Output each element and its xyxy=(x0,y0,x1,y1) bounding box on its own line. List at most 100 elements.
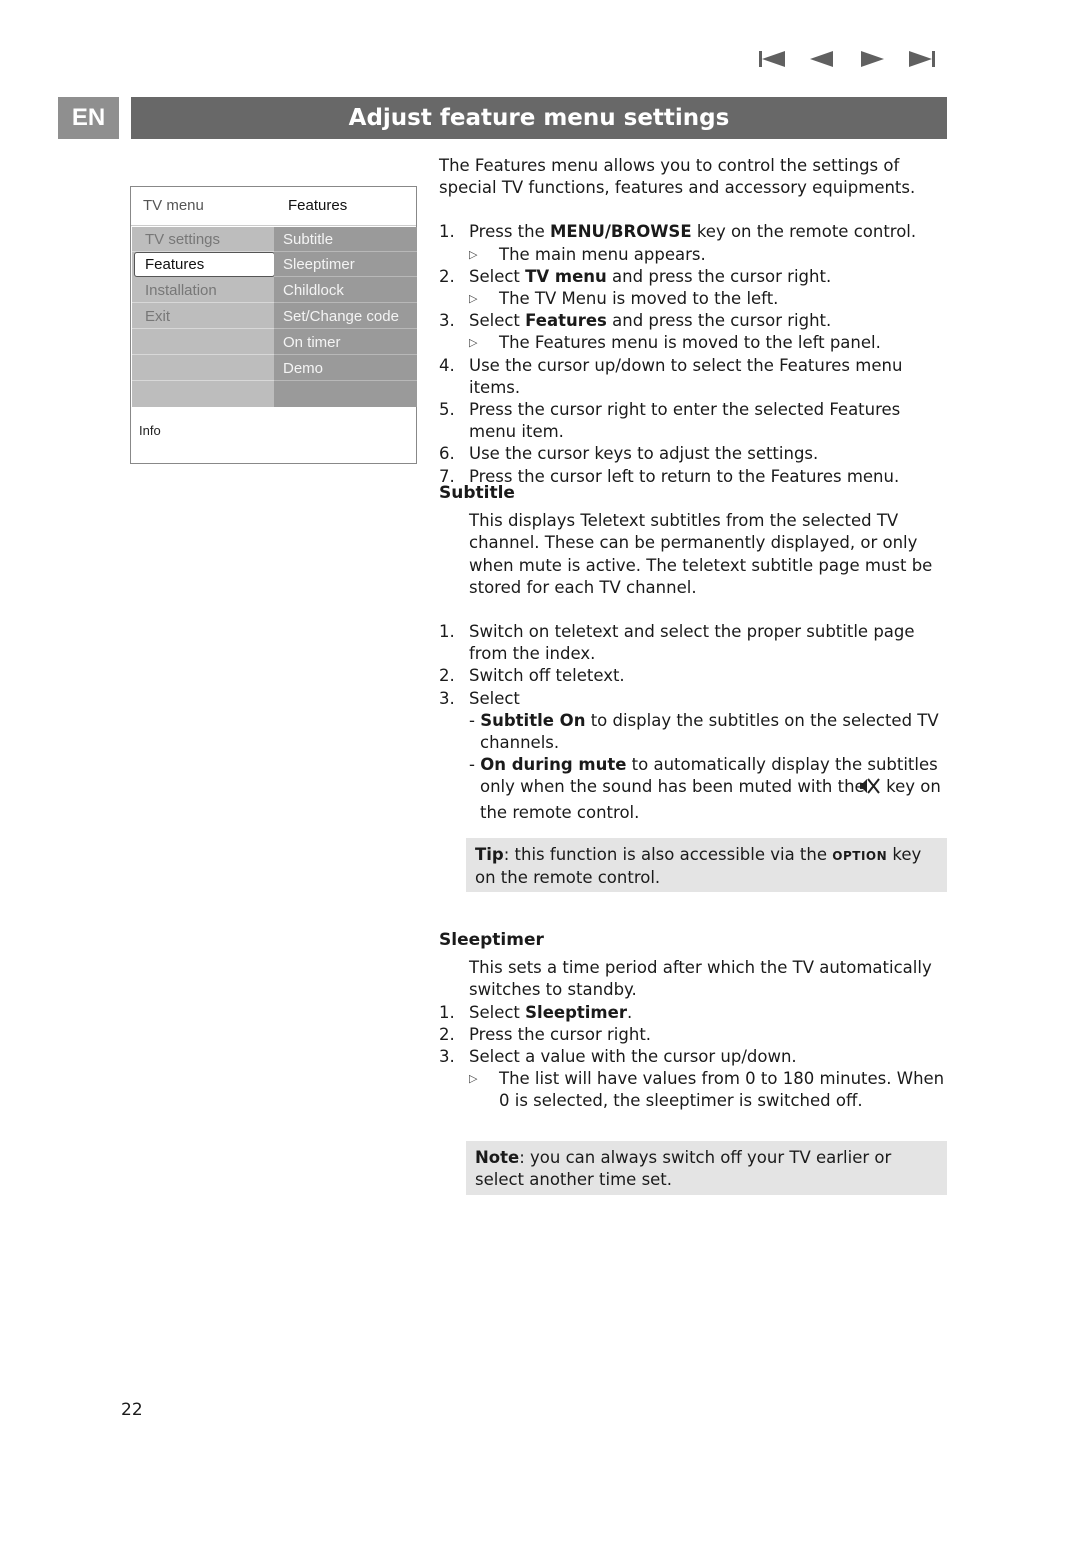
feature-item-set-change-code[interactable]: Set/Change code xyxy=(274,304,417,329)
step-number: 1. xyxy=(439,1002,455,1022)
result-arrow-icon: ▷ xyxy=(469,336,478,350)
step: 4. Use the cursor up/down to select the F… xyxy=(439,355,949,399)
tip-text: : this function is also accessible via t… xyxy=(503,845,833,864)
info-label: Info xyxy=(139,423,161,438)
step-text: Use the cursor up/down to select the Fea… xyxy=(469,355,903,397)
step-text: Select xyxy=(469,688,520,708)
step-text: Press the cursor right. xyxy=(469,1024,652,1044)
step-number: 2. xyxy=(439,1024,455,1044)
subtitle-description: This displays Teletext subtitles from th… xyxy=(469,511,933,597)
feature-item-empty xyxy=(274,382,417,407)
step-text: and press the cursor right. xyxy=(606,266,832,286)
step-number: 2. xyxy=(439,666,455,686)
step-number: 1. xyxy=(439,222,455,242)
option-on-during-mute: - On during mute to automatically displa… xyxy=(469,755,941,822)
menu-item-label: Features xyxy=(145,256,205,273)
tip-label: Tip xyxy=(475,845,504,864)
menu-item-label: TV settings xyxy=(145,231,221,248)
features-title: Features xyxy=(288,197,348,214)
step: 3. Select xyxy=(439,688,949,710)
sleeptimer-description: This sets a time period after which the … xyxy=(469,958,932,1000)
result-arrow-icon: ▷ xyxy=(469,247,478,261)
page-number: 22 xyxy=(121,1400,143,1420)
step-text: Select xyxy=(469,266,526,286)
menu-item-features[interactable]: Features xyxy=(134,252,275,277)
step-result: ▷ The TV Menu is moved to the left. xyxy=(439,288,949,310)
mute-icon xyxy=(859,777,881,801)
note-box: Note: you can always switch off your TV … xyxy=(466,1141,947,1195)
feature-item-label: Set/Change code xyxy=(283,308,399,325)
feature-item-label: On timer xyxy=(283,334,341,351)
step-text: Select xyxy=(469,311,526,331)
feature-item-demo[interactable]: Demo xyxy=(274,356,417,381)
skip-back-icon xyxy=(759,51,785,67)
intro-text: The Features menu allows you to control … xyxy=(439,156,916,198)
page-navigation xyxy=(758,48,936,70)
feature-item-subtitle[interactable]: Subtitle xyxy=(274,227,417,252)
step: 3. Select a value with the cursor up/down… xyxy=(439,1046,949,1068)
result-text: The TV Menu is moved to the left. xyxy=(499,289,779,309)
step-number: 5. xyxy=(439,400,455,420)
skip-forward-icon xyxy=(909,51,935,67)
feature-item-on-timer[interactable]: On timer xyxy=(274,330,417,355)
note-text: : you can always switch off your TV earl… xyxy=(475,1148,892,1190)
step-text: and press the cursor right. xyxy=(606,311,832,331)
step-text: Select xyxy=(469,1002,526,1022)
tv-menu-screen: TV menu Features TV settings Features In… xyxy=(130,186,417,464)
step-number: 3. xyxy=(439,311,455,331)
step-text: Select a value with the cursor up/down. xyxy=(469,1047,797,1067)
step: 3. Select Features and press the cursor r… xyxy=(439,310,949,332)
note-label: Note xyxy=(475,1148,520,1167)
tv-menu-title: TV menu xyxy=(143,197,204,214)
feature-item-childlock[interactable]: Childlock xyxy=(274,278,417,303)
step-text: Switch off teletext. xyxy=(469,666,625,686)
result-text: The list will have values from 0 to 180 … xyxy=(499,1069,945,1111)
feature-item-label: Sleeptimer xyxy=(283,256,355,273)
step-text: Use the cursor keys to adjust the settin… xyxy=(469,444,819,464)
tip-box: Tip: this function is also accessible vi… xyxy=(466,838,947,892)
step: 2. Select TV menu and press the cursor ri… xyxy=(439,266,949,288)
page-title: Adjust feature menu settings xyxy=(131,97,947,139)
menu-item-empty xyxy=(132,356,274,381)
subtitle-section: Subtitle This displays Teletext subtitle… xyxy=(439,482,949,824)
step-result: ▷ The list will have values from 0 to 180… xyxy=(439,1068,949,1112)
menu-item-label: Exit xyxy=(145,308,171,325)
step: 5. Press the cursor right to enter the se… xyxy=(439,399,949,443)
feature-item-label: Childlock xyxy=(283,282,344,299)
triangle-right-icon xyxy=(861,51,884,67)
option-name: Subtitle On xyxy=(480,710,586,730)
menu-item-exit[interactable]: Exit xyxy=(132,304,274,329)
sleeptimer-steps: 1. Select Sleeptimer. 2. Press the cursor … xyxy=(439,1002,949,1113)
next-page-button[interactable] xyxy=(858,48,886,70)
menu-item-empty xyxy=(132,382,274,407)
feature-item-sleeptimer[interactable]: Sleeptimer xyxy=(274,252,417,277)
subtitle-heading: Subtitle xyxy=(439,483,515,503)
step-text: key on the remote control. xyxy=(691,222,917,242)
step-number: 6. xyxy=(439,444,455,464)
first-page-button[interactable] xyxy=(758,48,786,70)
menu-item-tv-settings[interactable]: TV settings xyxy=(132,227,274,252)
feature-item-label: Demo xyxy=(283,360,324,377)
step: 1. Press the MENU/BROWSE key on the remot… xyxy=(439,221,949,243)
subtitle-steps: 1. Switch on teletext and select the prop… xyxy=(439,621,949,824)
last-page-button[interactable] xyxy=(908,48,936,70)
step-number: 3. xyxy=(439,1047,455,1067)
intro-section: The Features menu allows you to control … xyxy=(439,155,949,488)
step-number: 3. xyxy=(439,688,455,708)
feature-item-label: Subtitle xyxy=(283,231,334,248)
step-key: MENU/BROWSE xyxy=(550,222,692,242)
step-text: . xyxy=(626,1002,633,1022)
step: 1. Select Sleeptimer. xyxy=(439,1002,949,1024)
menu-item-installation[interactable]: Installation xyxy=(132,278,274,303)
result-text: The Features menu is moved to the left p… xyxy=(499,333,881,353)
triangle-left-icon xyxy=(810,51,833,67)
step: 2. Press the cursor right. xyxy=(439,1024,949,1046)
main-steps: 1. Press the MENU/BROWSE key on the remot… xyxy=(439,221,949,487)
step-key: TV menu xyxy=(525,266,607,286)
option-key: OPTION xyxy=(832,849,888,863)
result-arrow-icon: ▷ xyxy=(469,292,478,306)
previous-page-button[interactable] xyxy=(808,48,836,70)
step-result: ▷ The Features menu is moved to the left … xyxy=(439,332,949,354)
step-key: Features xyxy=(525,311,607,331)
step: 6. Use the cursor keys to adjust the sett… xyxy=(439,443,949,465)
